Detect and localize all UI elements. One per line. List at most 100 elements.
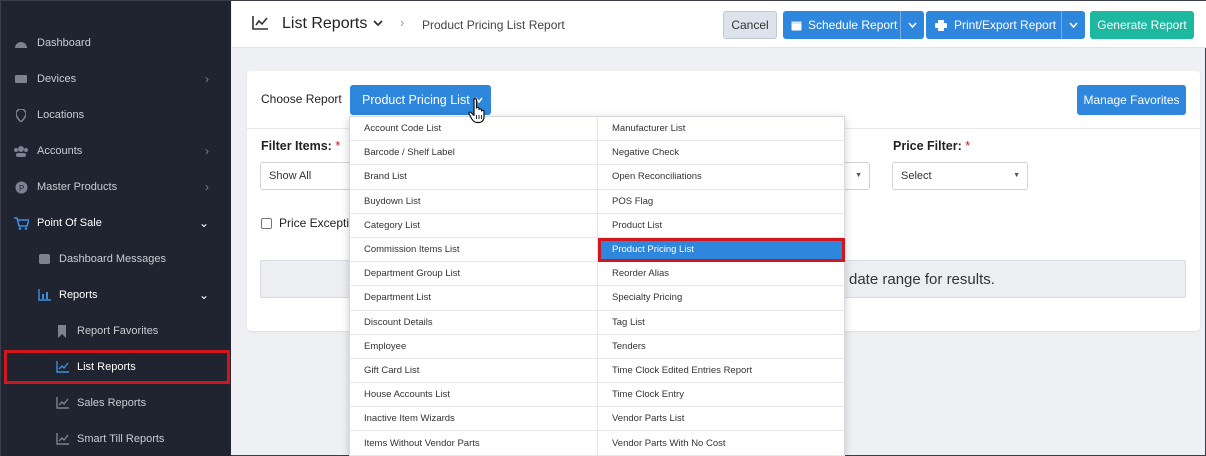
chevron-right-icon: › [205, 72, 209, 86]
dropdown-item[interactable]: Specialty Pricing [598, 286, 845, 311]
dropdown-item[interactable]: Buydown List [350, 190, 598, 214]
sidebar-item-label: Sales Reports [77, 397, 147, 409]
dropdown-item[interactable]: Department Group List [350, 262, 598, 287]
product-icon: P [13, 179, 29, 195]
sidebar-item-label: Master Products [37, 181, 118, 193]
dropdown-item[interactable]: Inactive Item Wizards [350, 407, 598, 432]
sidebar-item-reports[interactable]: Reports ⌄ [1, 277, 231, 313]
price-filter-label: Price Filter: * [893, 139, 971, 153]
dropdown-item[interactable]: Manufacturer List [598, 117, 845, 142]
sidebar-item-master-products[interactable]: P Master Products › [1, 169, 231, 205]
dropdown-item[interactable]: House Accounts List [350, 383, 598, 408]
line-chart-icon [252, 16, 268, 35]
dropdown-item[interactable]: Vendor Parts With No Cost [598, 431, 845, 456]
caret-down-icon: ▼ [1013, 172, 1020, 179]
highlight-box [4, 350, 230, 384]
dropdown-item[interactable]: Employee [350, 335, 598, 359]
sidebar-item-point-of-sale[interactable]: Point Of Sale ⌄ [1, 205, 231, 241]
price-filter-value: Select [901, 170, 932, 182]
sidebar-item-label: Report Favorites [77, 325, 159, 337]
price-exception-checkbox[interactable] [261, 218, 272, 229]
info-message-text: date range for results. [849, 271, 995, 288]
top-header: List Reports › Product Pricing List Repo… [232, 1, 1206, 48]
dropdown-item[interactable]: Commission Items List [350, 238, 598, 263]
devices-icon [13, 71, 29, 87]
chevron-down-icon[interactable] [373, 15, 383, 30]
printer-icon [935, 19, 947, 31]
location-pin-icon [13, 107, 29, 123]
dropdown-item[interactable]: Product Pricing List [598, 237, 845, 263]
sidebar-item-label: Reports [59, 289, 98, 301]
print-export-label: Print/Export Report [954, 18, 1057, 32]
price-exception-label: Price Exceptio [279, 216, 356, 230]
sidebar-item-label: Devices [37, 73, 77, 85]
print-export-button[interactable]: Print/Export Report [926, 11, 1085, 39]
page-title: List Reports [282, 15, 368, 32]
chevron-down-icon: ⌄ [198, 288, 209, 302]
caret-down-icon: ▼ [855, 172, 862, 179]
bookmark-icon [54, 323, 70, 339]
line-chart-icon [54, 395, 70, 411]
chevron-down-icon: ⌄ [198, 216, 209, 230]
message-icon [36, 251, 52, 267]
dropdown-item[interactable]: Barcode / Shelf Label [350, 141, 598, 166]
sidebar-item-accounts[interactable]: Accounts › [1, 133, 231, 169]
schedule-report-label: Schedule Report [808, 18, 898, 32]
calendar-icon [791, 20, 802, 31]
sidebar-item-locations[interactable]: Locations [1, 97, 231, 133]
sidebar-item-label: Accounts [37, 145, 83, 157]
bar-chart-icon [36, 287, 52, 303]
chevron-down-icon[interactable] [900, 11, 924, 39]
dropdown-item[interactable]: Department List [350, 286, 598, 311]
filter-items-value: Show All [269, 170, 312, 182]
manage-favorites-button[interactable]: Manage Favorites [1077, 85, 1186, 115]
dropdown-item[interactable]: Discount Details [350, 311, 598, 335]
sidebar-item-label: Dashboard [37, 37, 91, 49]
dropdown-item[interactable]: Category List [350, 214, 598, 238]
hand-cursor-icon [468, 98, 488, 129]
cancel-button[interactable]: Cancel [723, 11, 777, 39]
dropdown-item[interactable]: Open Reconciliations [598, 165, 845, 190]
sidebar-item-smart-till-reports[interactable]: Smart Till Reports [1, 421, 231, 456]
chevron-right-icon: › [205, 180, 209, 194]
dropdown-item[interactable]: Time Clock Edited Entries Report [598, 359, 845, 384]
svg-text:P: P [19, 184, 24, 193]
dropdown-item[interactable]: Vendor Parts List [598, 407, 845, 432]
dropdown-item[interactable]: Product List [598, 214, 845, 238]
filter-items-label: Filter Items: * [261, 139, 341, 153]
chevron-right-icon: › [205, 144, 209, 158]
sidebar-item-label: Point Of Sale [37, 217, 102, 229]
sidebar-item-label: Smart Till Reports [77, 433, 165, 445]
dashboard-icon [13, 35, 29, 51]
schedule-report-button[interactable]: Schedule Report [783, 11, 924, 39]
dropdown-item[interactable]: Tag List [598, 311, 845, 335]
dropdown-item[interactable]: Negative Check [598, 141, 845, 166]
sidebar-item-sales-reports[interactable]: Sales Reports [1, 385, 231, 421]
sidebar-item-report-favorites[interactable]: Report Favorites [1, 313, 231, 349]
sidebar-item-dashboard[interactable]: Dashboard [1, 25, 231, 61]
dropdown-column-right: Manufacturer List Negative Check Open Reco… [597, 117, 845, 456]
report-dropdown-menu: Account Code List Barcode / Shelf Label Br… [349, 116, 845, 456]
dropdown-item[interactable]: POS Flag [598, 190, 845, 214]
dropdown-item[interactable]: Tenders [598, 335, 845, 359]
sidebar-item-dashboard-messages[interactable]: Dashboard Messages [1, 241, 231, 277]
report-select-label: Product Pricing List [362, 93, 470, 107]
dropdown-column-left: Account Code List Barcode / Shelf Label Br… [350, 117, 598, 456]
sidebar-item-devices[interactable]: Devices › [1, 61, 231, 97]
generate-report-button[interactable]: Generate Report [1090, 11, 1194, 39]
dropdown-item[interactable]: Brand List [350, 165, 598, 190]
sidebar: Dashboard Devices › Locations Accounts ›… [1, 1, 231, 456]
price-filter-select[interactable]: Select ▼ [892, 162, 1028, 190]
sidebar-item-label: Locations [37, 109, 85, 121]
choose-report-label: Choose Report [261, 92, 342, 106]
dropdown-item[interactable]: Time Clock Entry [598, 383, 845, 408]
users-icon [13, 143, 29, 159]
breadcrumb-separator-icon: › [400, 15, 405, 30]
dropdown-item[interactable]: Items Without Vendor Parts [350, 431, 598, 456]
chevron-down-icon[interactable] [1061, 11, 1085, 39]
sidebar-item-label: Dashboard Messages [59, 253, 167, 265]
dropdown-item[interactable]: Reorder Alias [598, 262, 845, 287]
line-chart-icon [54, 431, 70, 447]
dropdown-item[interactable]: Gift Card List [350, 359, 598, 384]
cart-icon [13, 215, 29, 231]
